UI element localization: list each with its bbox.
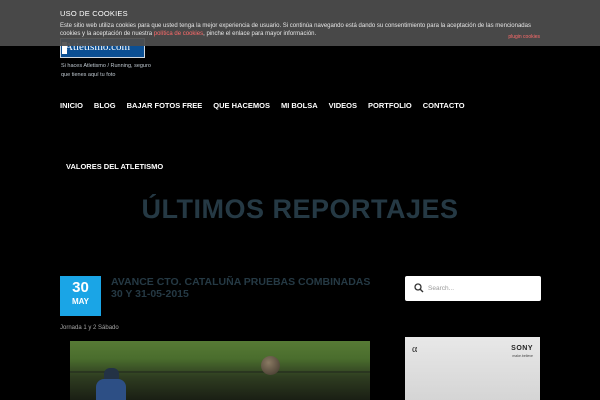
nav-item-portfolio[interactable]: PORTFOLIO	[368, 101, 412, 110]
nav-item-valores-del-atletismo[interactable]: VALORES DEL ATLETISMO	[66, 162, 163, 171]
nav-item-inicio[interactable]: INICIO	[60, 101, 83, 110]
cookie-title: USO DE COOKIES	[60, 9, 128, 18]
search-input[interactable]	[428, 282, 533, 295]
image-athlete-body	[96, 379, 126, 400]
post-meta: Jornada 1 y 2 Sábado	[60, 325, 119, 331]
post-date-badge: 30 MAY	[60, 276, 101, 316]
search-icon[interactable]	[414, 283, 424, 293]
ad-alpha-logo: α	[412, 344, 418, 355]
nav-item-contacto[interactable]: CONTACTO	[423, 101, 465, 110]
nav-item-blog[interactable]: BLOG	[94, 101, 116, 110]
nav-item-videos[interactable]: VIDEOS	[329, 101, 357, 110]
nav-item-bajar-fotos-free[interactable]: BAJAR FOTOS FREE	[127, 101, 203, 110]
search-box	[405, 276, 541, 301]
nav-item-que-hacemos[interactable]: QUE HACEMOS	[213, 101, 270, 110]
ad-slogan: make.believe	[512, 354, 533, 358]
plugin-cookies-link[interactable]: plugin cookies	[508, 34, 540, 40]
cookie-text-end: , pinche el enlace para mayor informació…	[203, 31, 317, 37]
image-shot-put-ball	[261, 356, 280, 375]
cookie-policy-link[interactable]: política de cookies	[154, 31, 203, 37]
post-date-day: 30	[72, 279, 89, 296]
section-title: ÚLTIMOS REPORTAJES	[141, 194, 459, 224]
post-title-link[interactable]: AVANCE CTO. CATALUÑA PRUEBAS COMBINADAS …	[111, 276, 381, 300]
cookie-bar: USO DE COOKIES Este sitio web utiliza co…	[0, 0, 600, 46]
sidebar-ad-banner[interactable]: α SONY make.believe	[405, 337, 540, 400]
nav-item-mi-bolsa[interactable]: MI BOLSA	[281, 101, 318, 110]
post-featured-image[interactable]	[70, 341, 370, 400]
cookie-text: Este sitio web utiliza cookies para que …	[60, 22, 540, 38]
ad-brand: SONY	[511, 345, 533, 352]
main-nav: INICIO BLOG BAJAR FOTOS FREE QUE HACEMOS…	[60, 101, 465, 110]
site-tagline: Si haces Atletismo / Running, seguro que…	[61, 63, 151, 78]
post-date-month: MAY	[71, 297, 90, 306]
